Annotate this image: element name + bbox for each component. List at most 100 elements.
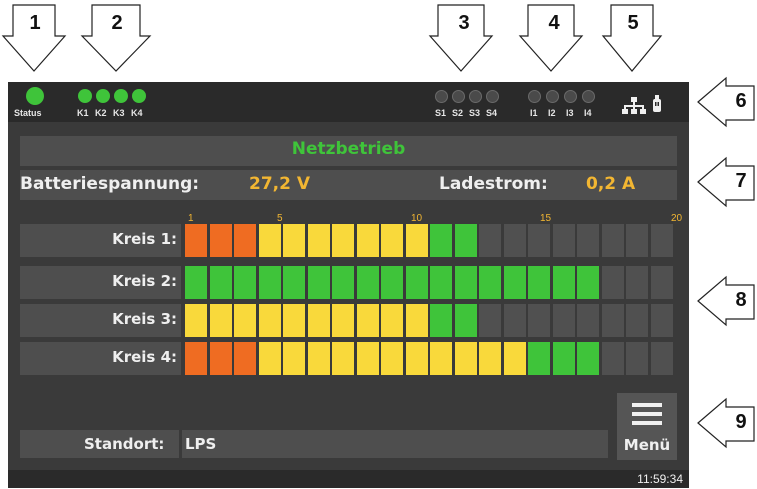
kreis-segment: [332, 224, 354, 257]
kreis-segment: [258, 224, 281, 257]
kreis-label: Kreis 2:: [112, 272, 177, 290]
kreis-segment: [650, 224, 673, 257]
i-led-i2: [546, 90, 559, 103]
kreis-segment: [552, 224, 575, 257]
kreis-segment: [258, 304, 281, 337]
bottom-bar: 11:59:34: [8, 470, 689, 488]
kreis-segment: [307, 304, 330, 337]
kreis-segment: [503, 304, 526, 337]
kreis-segment: [405, 304, 428, 337]
network-icon: [622, 97, 646, 114]
location-value: LPS: [185, 435, 217, 453]
kreis-label: Kreis 4:: [112, 348, 177, 366]
scale-label: 5: [277, 213, 283, 224]
kreis-segment: [258, 266, 281, 299]
kreis-segment: [283, 266, 305, 299]
callout-number: 7: [735, 170, 747, 192]
location-divider: [179, 430, 182, 458]
kreis-segment: [626, 304, 648, 337]
callout-7: 7: [696, 156, 756, 208]
kreis-segment: [503, 266, 526, 299]
kreis-segment: [528, 342, 550, 375]
s-led-s1: [435, 90, 448, 103]
kreis-segment: [307, 224, 330, 257]
kreis-segment: [185, 304, 207, 337]
status-bar: Status K1 K2 K3 K4 S1 S2 S3 S4 I1 I2 I3 I4: [8, 82, 689, 122]
s-led-label: S2: [452, 108, 464, 118]
kreis-segment: [528, 304, 550, 337]
kreis-segment: [479, 342, 501, 375]
callout-number: 6: [735, 90, 747, 112]
kreis-segment: [503, 342, 526, 375]
location-label: Standort:: [84, 435, 165, 453]
kreis-label: Kreis 1:: [112, 230, 177, 248]
kreis-segment: [234, 304, 256, 337]
kreis-segment: [283, 224, 305, 257]
kreis-segment: [307, 266, 330, 299]
kreis-segment: [430, 342, 452, 375]
s-led-label: S4: [486, 108, 498, 118]
kreis-segment: [454, 224, 477, 257]
kreis-label-box: Kreis 1:: [20, 224, 181, 257]
kreis-segment: [626, 266, 648, 299]
kreis-led-k3: [114, 89, 128, 103]
callout-number: 9: [735, 411, 747, 433]
kreis-segment: [479, 266, 501, 299]
kreis-label-box: Kreis 2:: [20, 266, 181, 299]
status-label: Status: [14, 108, 42, 118]
s-led-s4: [486, 90, 499, 103]
kreis-segment: [601, 266, 624, 299]
scale-label: 20: [671, 213, 683, 224]
s-led-label: S1: [435, 108, 447, 118]
kreis-label: Kreis 3:: [112, 310, 177, 328]
kreis-led-label: K4: [131, 108, 143, 118]
kreis-label-box: Kreis 3:: [20, 304, 181, 337]
kreis-segment: [601, 224, 624, 257]
callout-4: 4: [518, 2, 584, 74]
kreis-segment: [209, 342, 232, 375]
kreis-segment: [307, 342, 330, 375]
kreis-led-label: K1: [77, 108, 89, 118]
kreis-segment: [601, 342, 624, 375]
kreis-segment: [552, 266, 575, 299]
kreis-segment: [577, 266, 599, 299]
i-led-label: I2: [548, 108, 556, 118]
kreis-segment: [332, 266, 354, 299]
scale-label: 10: [411, 213, 423, 224]
kreis-segment: [209, 304, 232, 337]
kreis-segment: [356, 342, 379, 375]
clock: 11:59:34: [637, 472, 683, 486]
scale-label: 15: [540, 213, 552, 224]
kreis-segment: [209, 224, 232, 257]
kreis-segment: [650, 266, 673, 299]
callout-9: 9: [696, 397, 756, 449]
i-led-i3: [564, 90, 577, 103]
kreis-segment: [332, 304, 354, 337]
kreis-segment: [332, 342, 354, 375]
callout-number: 1: [29, 12, 41, 34]
kreis-segment: [601, 304, 624, 337]
kreis-segment: [430, 224, 452, 257]
device-screen: Status K1 K2 K3 K4 S1 S2 S3 S4 I1 I2 I3 I4 Netzbe…: [8, 82, 689, 488]
kreis-segment: [258, 342, 281, 375]
kreis-segment: [381, 266, 403, 299]
callout-number: 2: [111, 12, 123, 34]
kreis-segment: [234, 342, 256, 375]
callout-2: 2: [80, 2, 152, 74]
kreis-segment: [381, 224, 403, 257]
kreis-segment: [503, 224, 526, 257]
kreis-segment: [454, 342, 477, 375]
kreis-segment: [552, 342, 575, 375]
kreis-segment: [381, 304, 403, 337]
kreis-segment: [430, 304, 452, 337]
mode-status-text: Netzbetrieb: [291, 139, 406, 159]
kreis-segment: [479, 304, 501, 337]
kreis-segment: [185, 224, 207, 257]
i-led-i1: [528, 90, 541, 103]
kreis-segment: [479, 224, 501, 257]
kreis-segment: [356, 224, 379, 257]
callout-5: 5: [601, 2, 666, 74]
kreis-segment: [528, 224, 550, 257]
menu-button[interactable]: Menü: [617, 393, 677, 460]
kreis-segment: [283, 304, 305, 337]
